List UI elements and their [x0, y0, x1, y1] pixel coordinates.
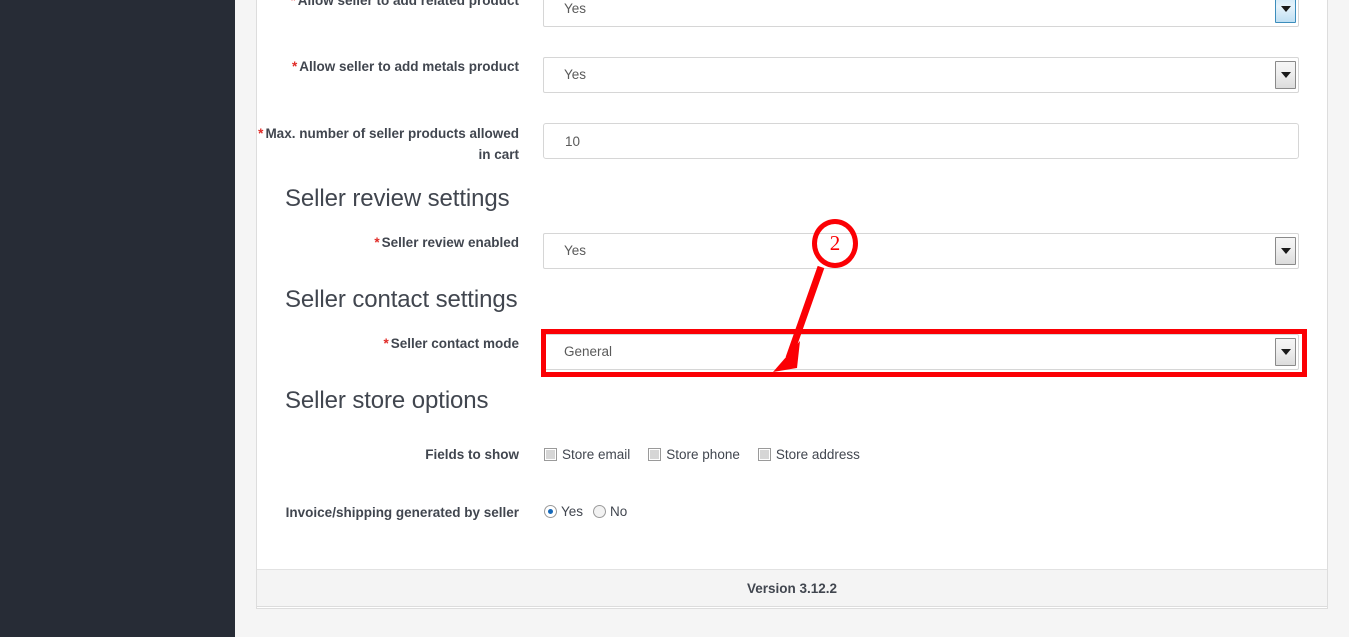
checkbox-icon[interactable] [757, 448, 771, 461]
checkbox-icon[interactable] [544, 448, 557, 461]
control-allow-metals-product: Yes [543, 57, 1299, 93]
checkbox-store-phone[interactable]: Store phone [648, 447, 740, 462]
select-seller-contact-mode[interactable]: General [543, 334, 1299, 370]
checkbox-label: Store email [562, 447, 631, 462]
label-max-seller-products: * Max. number of seller products allowed … [257, 123, 519, 165]
select-allow-related-product[interactable]: Yes [543, 0, 1299, 27]
section-title-seller-review-settings: Seller review settings [285, 185, 510, 212]
checkbox-group-fields-to-show: Store email Store phone Store address [544, 445, 860, 464]
radio-invoice-shipping-no[interactable]: No [593, 504, 627, 519]
label-invoice-shipping: Invoice/shipping generated by seller [285, 505, 519, 520]
label-seller-review-enabled: * Seller review enabled [257, 233, 519, 252]
select-box [543, 334, 1299, 370]
required-marker: * [291, 59, 298, 74]
label-text: Seller contact mode [390, 336, 519, 351]
version-label: Version 3.12.2 [746, 580, 838, 596]
radio-label: No [610, 504, 628, 519]
select-value: Yes [564, 67, 587, 82]
checkbox-label: Store phone [666, 447, 740, 462]
chevron-down-icon[interactable] [1275, 338, 1296, 366]
label-text: Seller review enabled [381, 235, 519, 250]
radio-group-invoice-shipping: Yes No [544, 502, 627, 521]
settings-panel: * Allow seller to add related product Yes… [256, 0, 1328, 609]
required-marker: * [290, 0, 296, 8]
checkbox-label: Store address [775, 447, 860, 462]
required-marker: * [258, 126, 264, 141]
left-sidebar [0, 0, 235, 637]
label-allow-related-product: * Allow seller to add related product [257, 0, 519, 10]
panel-footer: Version 3.12.2 [257, 569, 1327, 607]
required-marker: * [383, 336, 389, 351]
checkbox-store-email[interactable]: Store email [544, 447, 630, 462]
select-seller-review-enabled[interactable]: Yes [543, 233, 1299, 269]
select-box [543, 0, 1299, 27]
checkbox-store-address[interactable]: Store address [757, 447, 860, 462]
screen-root: * Allow seller to add related product Yes… [0, 0, 1349, 637]
label-text: Allow seller to add metals product [299, 59, 519, 74]
chevron-down-icon[interactable] [1275, 237, 1296, 265]
control-allow-related-product: Yes [543, 0, 1299, 27]
section-title-seller-store-options: Seller store options [285, 387, 489, 414]
select-allow-metals-product[interactable]: Yes [543, 57, 1299, 93]
label-seller-contact-mode: * Seller contact mode [257, 334, 519, 353]
select-value: General [564, 344, 613, 359]
section-title-seller-contact-settings: Seller contact settings [285, 286, 518, 313]
control-seller-review-enabled: Yes [543, 233, 1299, 269]
label-fields-to-show: Fields to show [425, 447, 519, 462]
control-invoice-shipping: Yes No [544, 502, 627, 521]
select-box [543, 57, 1299, 93]
radio-label: Yes [561, 504, 584, 519]
required-marker: * [374, 235, 380, 250]
radio-invoice-shipping-yes[interactable]: Yes [544, 504, 583, 519]
chevron-down-icon[interactable] [1275, 61, 1296, 89]
label-text: Allow seller to add related product [297, 0, 519, 8]
chevron-down-icon[interactable] [1275, 0, 1296, 23]
label-text: Max. number of seller products allowed i… [265, 126, 519, 162]
radio-icon[interactable] [544, 505, 557, 518]
label-allow-metals-product: * Allow seller to add metals product [257, 57, 519, 76]
max-seller-products-input[interactable] [543, 123, 1299, 159]
select-value: Yes [564, 1, 587, 16]
checkbox-icon[interactable] [648, 448, 662, 461]
control-max-seller-products [543, 123, 1299, 159]
control-seller-contact-mode: General [543, 334, 1299, 370]
select-box [543, 233, 1299, 269]
radio-icon[interactable] [593, 505, 607, 518]
select-value: Yes [564, 243, 587, 258]
control-fields-to-show: Store email Store phone Store address [544, 445, 860, 464]
